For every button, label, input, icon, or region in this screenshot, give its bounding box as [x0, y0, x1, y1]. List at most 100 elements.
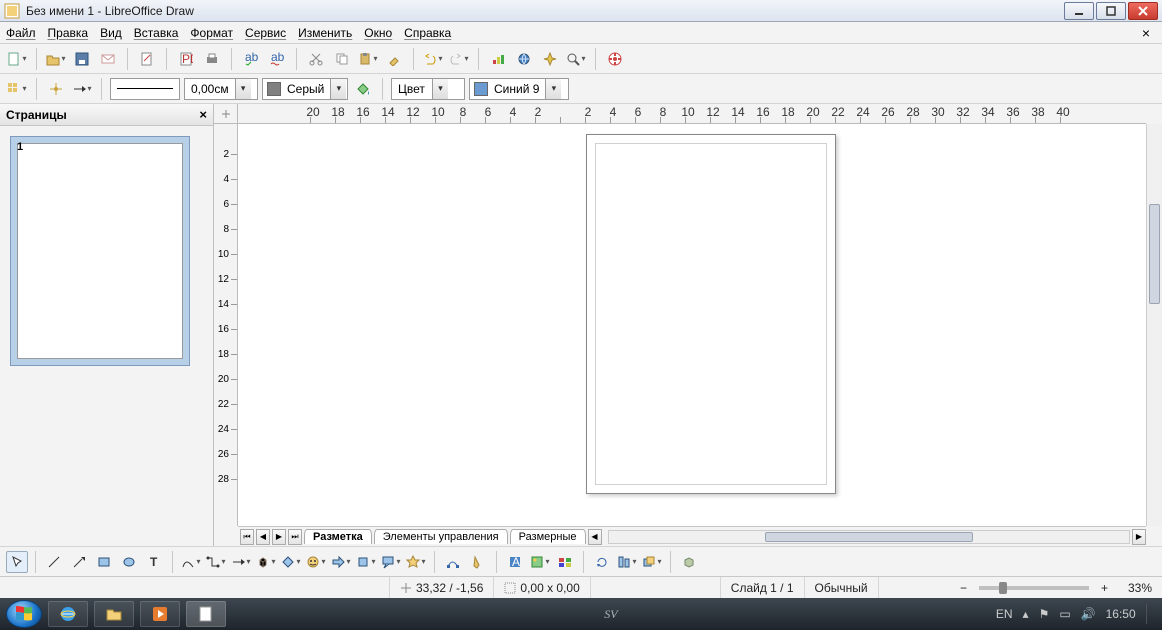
show-grid-button[interactable]	[6, 78, 28, 100]
line-width-combo[interactable]: 0,00см	[184, 78, 258, 100]
extrusion-tool[interactable]	[678, 551, 700, 573]
tray-lang[interactable]: EN	[996, 607, 1013, 621]
text-tool[interactable]: T	[143, 551, 165, 573]
undo-button[interactable]	[422, 48, 444, 70]
tray-clock[interactable]: 16:50	[1106, 607, 1136, 621]
lines-arrows-tool[interactable]	[230, 551, 252, 573]
area-fill-button[interactable]	[352, 78, 374, 100]
taskbar-media[interactable]	[140, 601, 180, 627]
status-page-style[interactable]: Обычный	[805, 577, 879, 598]
tray-flag-icon[interactable]: ⚑	[1039, 607, 1050, 621]
align-tool[interactable]	[616, 551, 638, 573]
edit-points-tool[interactable]	[442, 551, 464, 573]
fill-color-combo[interactable]: Синий 9	[469, 78, 569, 100]
menu-tools[interactable]: Сервис	[245, 26, 286, 40]
hyperlink-button[interactable]	[513, 48, 535, 70]
connector-tool[interactable]	[205, 551, 227, 573]
arrow-style-button[interactable]	[71, 78, 93, 100]
3d-objects-tool[interactable]	[255, 551, 277, 573]
print-button[interactable]	[201, 48, 223, 70]
page-thumbnail-1[interactable]: 1	[10, 136, 190, 366]
show-desktop-button[interactable]	[1146, 604, 1156, 624]
rectangle-tool[interactable]	[93, 551, 115, 573]
menu-help[interactable]: Справка	[404, 26, 451, 40]
stars-tool[interactable]	[405, 551, 427, 573]
glue-points-tool[interactable]	[467, 551, 489, 573]
navigator-button[interactable]	[539, 48, 561, 70]
tab-nav-next[interactable]: ▶	[272, 529, 286, 545]
taskbar-draw[interactable]	[186, 601, 226, 627]
zoom-in-icon[interactable]: +	[1101, 581, 1108, 595]
vertical-ruler[interactable]: 246810121416182022242628	[214, 124, 238, 526]
copy-button[interactable]	[331, 48, 353, 70]
taskbar-explorer[interactable]	[94, 601, 134, 627]
drawing-page[interactable]	[586, 134, 836, 494]
tab-nav-prev[interactable]: ◀	[256, 529, 270, 545]
arrow-line-tool[interactable]	[68, 551, 90, 573]
save-button[interactable]	[71, 48, 93, 70]
curve-tool[interactable]	[180, 551, 202, 573]
flowchart-tool[interactable]	[355, 551, 377, 573]
auto-spellcheck-button[interactable]: abc	[266, 48, 288, 70]
fontwork-tool[interactable]: A	[504, 551, 526, 573]
taskbar-ie[interactable]	[48, 601, 88, 627]
tab-nav-first[interactable]: ⏮	[240, 529, 254, 545]
canvas-viewport[interactable]	[238, 124, 1146, 526]
line-color-combo[interactable]: Серый	[262, 78, 348, 100]
arrange-tool[interactable]	[641, 551, 663, 573]
zoom-value[interactable]: 33%	[1118, 577, 1162, 598]
layer-tab-layout[interactable]: Разметка	[304, 529, 372, 544]
close-button[interactable]	[1128, 2, 1158, 20]
gallery-tool[interactable]	[554, 551, 576, 573]
ellipse-tool[interactable]	[118, 551, 140, 573]
snap-lines-button[interactable]	[45, 78, 67, 100]
select-tool[interactable]	[6, 551, 28, 573]
line-style-combo[interactable]	[110, 78, 180, 100]
format-paintbrush-button[interactable]	[383, 48, 405, 70]
tray-show-hidden-icon[interactable]: ▴	[1023, 607, 1029, 621]
cut-button[interactable]	[305, 48, 327, 70]
email-button[interactable]	[97, 48, 119, 70]
menu-format[interactable]: Формат	[190, 26, 233, 40]
line-tool[interactable]	[43, 551, 65, 573]
horizontal-ruler[interactable]: 2018161412108642246810121416182022242628…	[238, 104, 1146, 124]
menu-edit[interactable]: Правка	[48, 26, 89, 40]
maximize-button[interactable]	[1096, 2, 1126, 20]
menu-modify[interactable]: Изменить	[298, 26, 352, 40]
menu-file[interactable]: Файл	[6, 26, 36, 40]
tray-volume-icon[interactable]: 🔊	[1081, 607, 1096, 621]
zoom-out-icon[interactable]: −	[960, 581, 967, 595]
export-pdf-button[interactable]: PDF	[175, 48, 197, 70]
spellcheck-button[interactable]: abc	[240, 48, 262, 70]
minimize-button[interactable]	[1064, 2, 1094, 20]
callouts-tool[interactable]	[380, 551, 402, 573]
block-arrows-tool[interactable]	[330, 551, 352, 573]
symbol-shapes-tool[interactable]	[305, 551, 327, 573]
paste-button[interactable]	[357, 48, 379, 70]
fill-type-combo[interactable]: Цвет	[391, 78, 465, 100]
rotate-tool[interactable]	[591, 551, 613, 573]
vertical-scrollbar[interactable]	[1146, 124, 1162, 526]
help-button[interactable]	[604, 48, 626, 70]
redo-button[interactable]	[448, 48, 470, 70]
layer-tab-dimensions[interactable]: Размерные	[510, 529, 586, 544]
layer-tab-controls[interactable]: Элементы управления	[374, 529, 508, 544]
menu-window[interactable]: Окно	[364, 26, 392, 40]
horizontal-scrollbar[interactable]	[608, 530, 1131, 544]
chart-button[interactable]	[487, 48, 509, 70]
pages-panel-close-icon[interactable]: ×	[199, 107, 207, 122]
basic-shapes-tool[interactable]	[280, 551, 302, 573]
zoom-button[interactable]	[565, 48, 587, 70]
tab-scroll-right[interactable]: ▶	[1132, 529, 1146, 545]
menu-view[interactable]: Вид	[100, 26, 122, 40]
menu-insert[interactable]: Вставка	[134, 26, 179, 40]
ruler-corner[interactable]	[214, 104, 238, 124]
new-button[interactable]	[6, 48, 28, 70]
start-button[interactable]	[6, 600, 42, 628]
document-close-icon[interactable]: ×	[1136, 25, 1156, 41]
open-button[interactable]	[45, 48, 67, 70]
from-file-tool[interactable]	[529, 551, 551, 573]
zoom-slider[interactable]	[979, 586, 1089, 590]
edit-doc-button[interactable]	[136, 48, 158, 70]
tab-scroll-left[interactable]: ◀	[588, 529, 602, 545]
